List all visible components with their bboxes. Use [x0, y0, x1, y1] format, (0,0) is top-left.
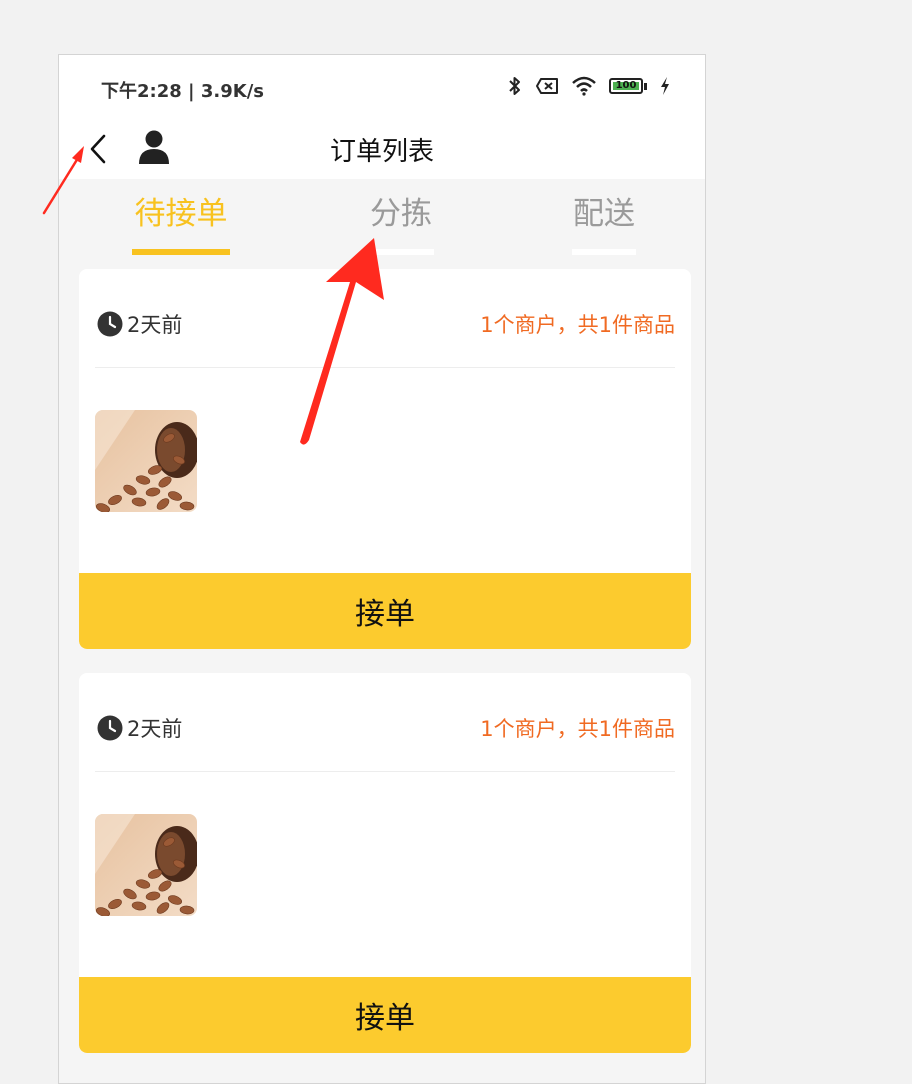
status-time-speed: 下午2:28 | 3.9K/s: [101, 81, 265, 102]
tab-pending[interactable]: 待接单: [132, 189, 230, 255]
clock-icon: [97, 311, 123, 337]
tab-sorting[interactable]: 分拣: [368, 189, 434, 255]
tab-label: 待接单: [134, 196, 228, 232]
tab-indicator: [572, 249, 636, 255]
order-status-tabs: 待接单 分拣 配送: [59, 179, 705, 255]
accept-order-button[interactable]: 接单: [79, 977, 691, 1053]
status-icons: 100: [507, 75, 671, 97]
almonds-product-image: [95, 814, 197, 916]
status-bar: 下午2:28 | 3.9K/s 100: [59, 55, 705, 119]
order-time-text: 2天前: [127, 717, 183, 741]
order-time: 2天前: [97, 713, 182, 743]
wifi-icon: [572, 76, 596, 96]
order-time: 2天前: [97, 309, 182, 339]
order-card: 2天前 1个商户，共1件商品 接单: [79, 269, 691, 649]
charging-icon: [661, 77, 669, 95]
order-time-text: 2天前: [127, 313, 183, 337]
order-card-header: 2天前 1个商户，共1件商品: [95, 269, 675, 368]
tab-delivery[interactable]: 配送: [572, 189, 636, 255]
tab-label: 分拣: [370, 196, 432, 232]
tab-active-indicator: [132, 249, 230, 255]
almonds-product-image: [95, 410, 197, 512]
product-thumbnail[interactable]: [95, 814, 197, 916]
order-card: 2天前 1个商户，共1件商品 接单: [79, 673, 691, 1053]
clock-icon: [97, 715, 123, 741]
tab-label: 配送: [573, 196, 635, 232]
phone-screen: 下午2:28 | 3.9K/s 100 订单列表 待接单 分拣 配送 2天前 1…: [58, 54, 706, 1084]
product-thumbnail[interactable]: [95, 410, 197, 512]
battery-icon: 100: [609, 78, 643, 94]
order-card-header: 2天前 1个商户，共1件商品: [95, 673, 675, 772]
bluetooth-icon: [509, 77, 520, 95]
accept-order-button[interactable]: 接单: [79, 573, 691, 649]
order-summary: 1个商户，共1件商品: [480, 717, 675, 741]
battery-level: 100: [615, 80, 637, 91]
sim-off-icon: [536, 78, 558, 94]
order-summary: 1个商户，共1件商品: [480, 313, 675, 337]
navigation-bar: 订单列表: [59, 119, 705, 179]
tab-indicator: [368, 249, 434, 255]
page-title: 订单列表: [329, 137, 434, 167]
